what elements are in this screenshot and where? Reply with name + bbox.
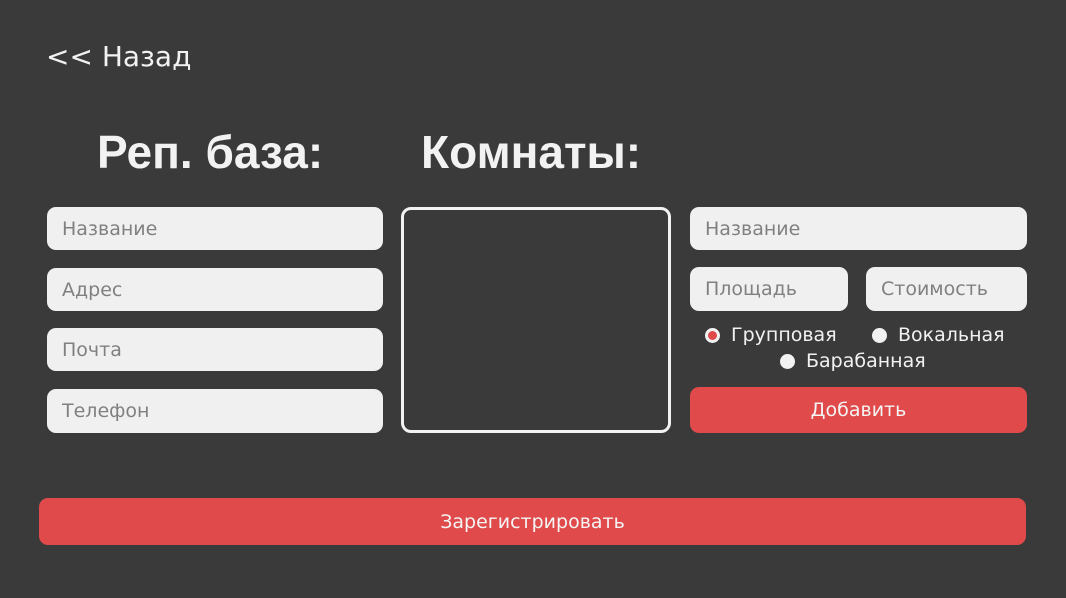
radio-indicator [705, 327, 720, 343]
room-type-radio-drum[interactable]: Барабанная [780, 350, 926, 372]
register-button[interactable]: Зарегистрировать [39, 498, 1026, 545]
room-type-radio-vocal[interactable]: Вокальная [872, 324, 1005, 346]
radio-label: Групповая [731, 324, 837, 346]
back-link[interactable]: << Назад [46, 38, 191, 76]
base-section-title: Реп. база: [97, 126, 324, 178]
radio-label: Барабанная [806, 350, 926, 372]
base-phone-input[interactable] [47, 389, 383, 433]
room-type-radio-group[interactable]: Групповая [705, 324, 837, 346]
base-email-input[interactable] [47, 328, 383, 371]
add-room-button[interactable]: Добавить [690, 387, 1027, 433]
radio-label: Вокальная [898, 324, 1005, 346]
base-address-input[interactable] [47, 268, 383, 311]
room-area-input[interactable] [690, 267, 848, 311]
radio-indicator [780, 353, 795, 369]
room-price-input[interactable] [866, 267, 1027, 311]
room-name-input[interactable] [690, 207, 1027, 250]
rooms-list[interactable] [401, 207, 671, 433]
radio-indicator [872, 327, 887, 343]
rooms-section-title: Комнаты: [421, 126, 642, 178]
base-name-input[interactable] [47, 207, 383, 250]
